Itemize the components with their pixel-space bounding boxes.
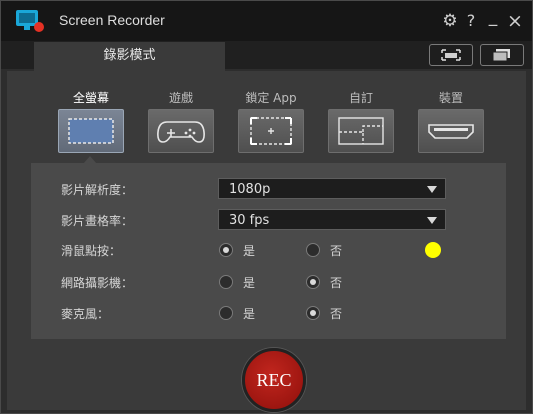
close-button[interactable]: × <box>504 10 526 32</box>
click-highlight-color-swatch[interactable] <box>425 242 441 258</box>
mouse-click-yes-label: 是 <box>243 244 256 258</box>
window-title: Screen Recorder <box>59 12 165 28</box>
mode-custom-label: 自訂 <box>348 91 373 105</box>
resolution-label: 影片解析度： <box>61 183 134 197</box>
mouse-click-no-label: 否 <box>330 244 343 258</box>
mode-lock-app-label: 鎖定 App <box>245 91 297 105</box>
mode-fullscreen[interactable]: 全螢幕 <box>57 89 125 153</box>
fullscreen-mode-button[interactable] <box>58 109 124 153</box>
mouse-click-yes-radio[interactable] <box>219 243 233 257</box>
resolution-value: 1080p <box>229 182 271 197</box>
framerate-label: 影片畫格率： <box>61 214 134 228</box>
dropdown-arrow-icon <box>427 186 437 193</box>
title-bar: Screen Recorder ⚙ ? _ × <box>1 1 532 41</box>
game-mode-button[interactable] <box>148 109 214 153</box>
expand-icon <box>441 49 461 61</box>
webcam-label: 網路攝影機： <box>61 276 134 290</box>
mouse-click-no-radio[interactable] <box>306 243 320 257</box>
rec-button[interactable]: REC <box>242 348 306 412</box>
webcam-yes-label: 是 <box>243 276 256 290</box>
dropdown-arrow-icon <box>427 217 437 224</box>
lock-app-icon <box>250 117 292 145</box>
app-logo-icon <box>16 10 44 32</box>
mode-game[interactable]: 遊戲 <box>147 89 215 153</box>
fullscreen-icon <box>68 118 114 144</box>
custom-area-icon <box>338 117 384 145</box>
microphone-no-radio[interactable] <box>306 306 320 320</box>
microphone-yes-radio[interactable] <box>219 306 233 320</box>
framerate-value: 30 fps <box>229 213 270 228</box>
multi-window-button[interactable] <box>480 44 524 66</box>
tab-recording-mode[interactable]: 錄影模式 <box>34 42 225 71</box>
mode-device-label: 裝置 <box>438 91 463 105</box>
microphone-no-label: 否 <box>330 307 343 321</box>
hdmi-device-icon <box>428 124 474 139</box>
mode-game-label: 遊戲 <box>168 91 193 105</box>
framerate-dropdown[interactable]: 30 fps <box>218 209 446 230</box>
settings-gear-icon[interactable]: ⚙ <box>439 10 461 32</box>
fullscreen-view-button[interactable] <box>429 44 473 66</box>
custom-mode-button[interactable] <box>328 109 394 153</box>
mode-lock-app[interactable]: 鎖定 App <box>237 89 305 153</box>
mouse-click-label: 滑鼠點按： <box>61 244 122 258</box>
webcam-no-radio[interactable] <box>306 275 320 289</box>
windows-icon <box>492 49 510 62</box>
resolution-dropdown[interactable]: 1080p <box>218 178 446 199</box>
device-mode-button[interactable] <box>418 109 484 153</box>
gamepad-icon <box>157 121 205 143</box>
minimize-button[interactable]: _ <box>482 6 504 28</box>
microphone-label: 麥克風： <box>61 307 110 321</box>
webcam-yes-radio[interactable] <box>219 275 233 289</box>
help-button[interactable]: ? <box>460 10 482 32</box>
microphone-yes-label: 是 <box>243 307 256 321</box>
mode-custom[interactable]: 自訂 <box>327 89 395 153</box>
lock-app-mode-button[interactable] <box>238 109 304 153</box>
screen-recorder-window: Screen Recorder ⚙ ? _ × 錄影模式 全螢幕 遊戲 鎖定 A… <box>0 0 533 414</box>
mode-fullscreen-label: 全螢幕 <box>72 91 109 105</box>
webcam-no-label: 否 <box>330 276 343 290</box>
mode-device[interactable]: 裝置 <box>417 89 485 153</box>
